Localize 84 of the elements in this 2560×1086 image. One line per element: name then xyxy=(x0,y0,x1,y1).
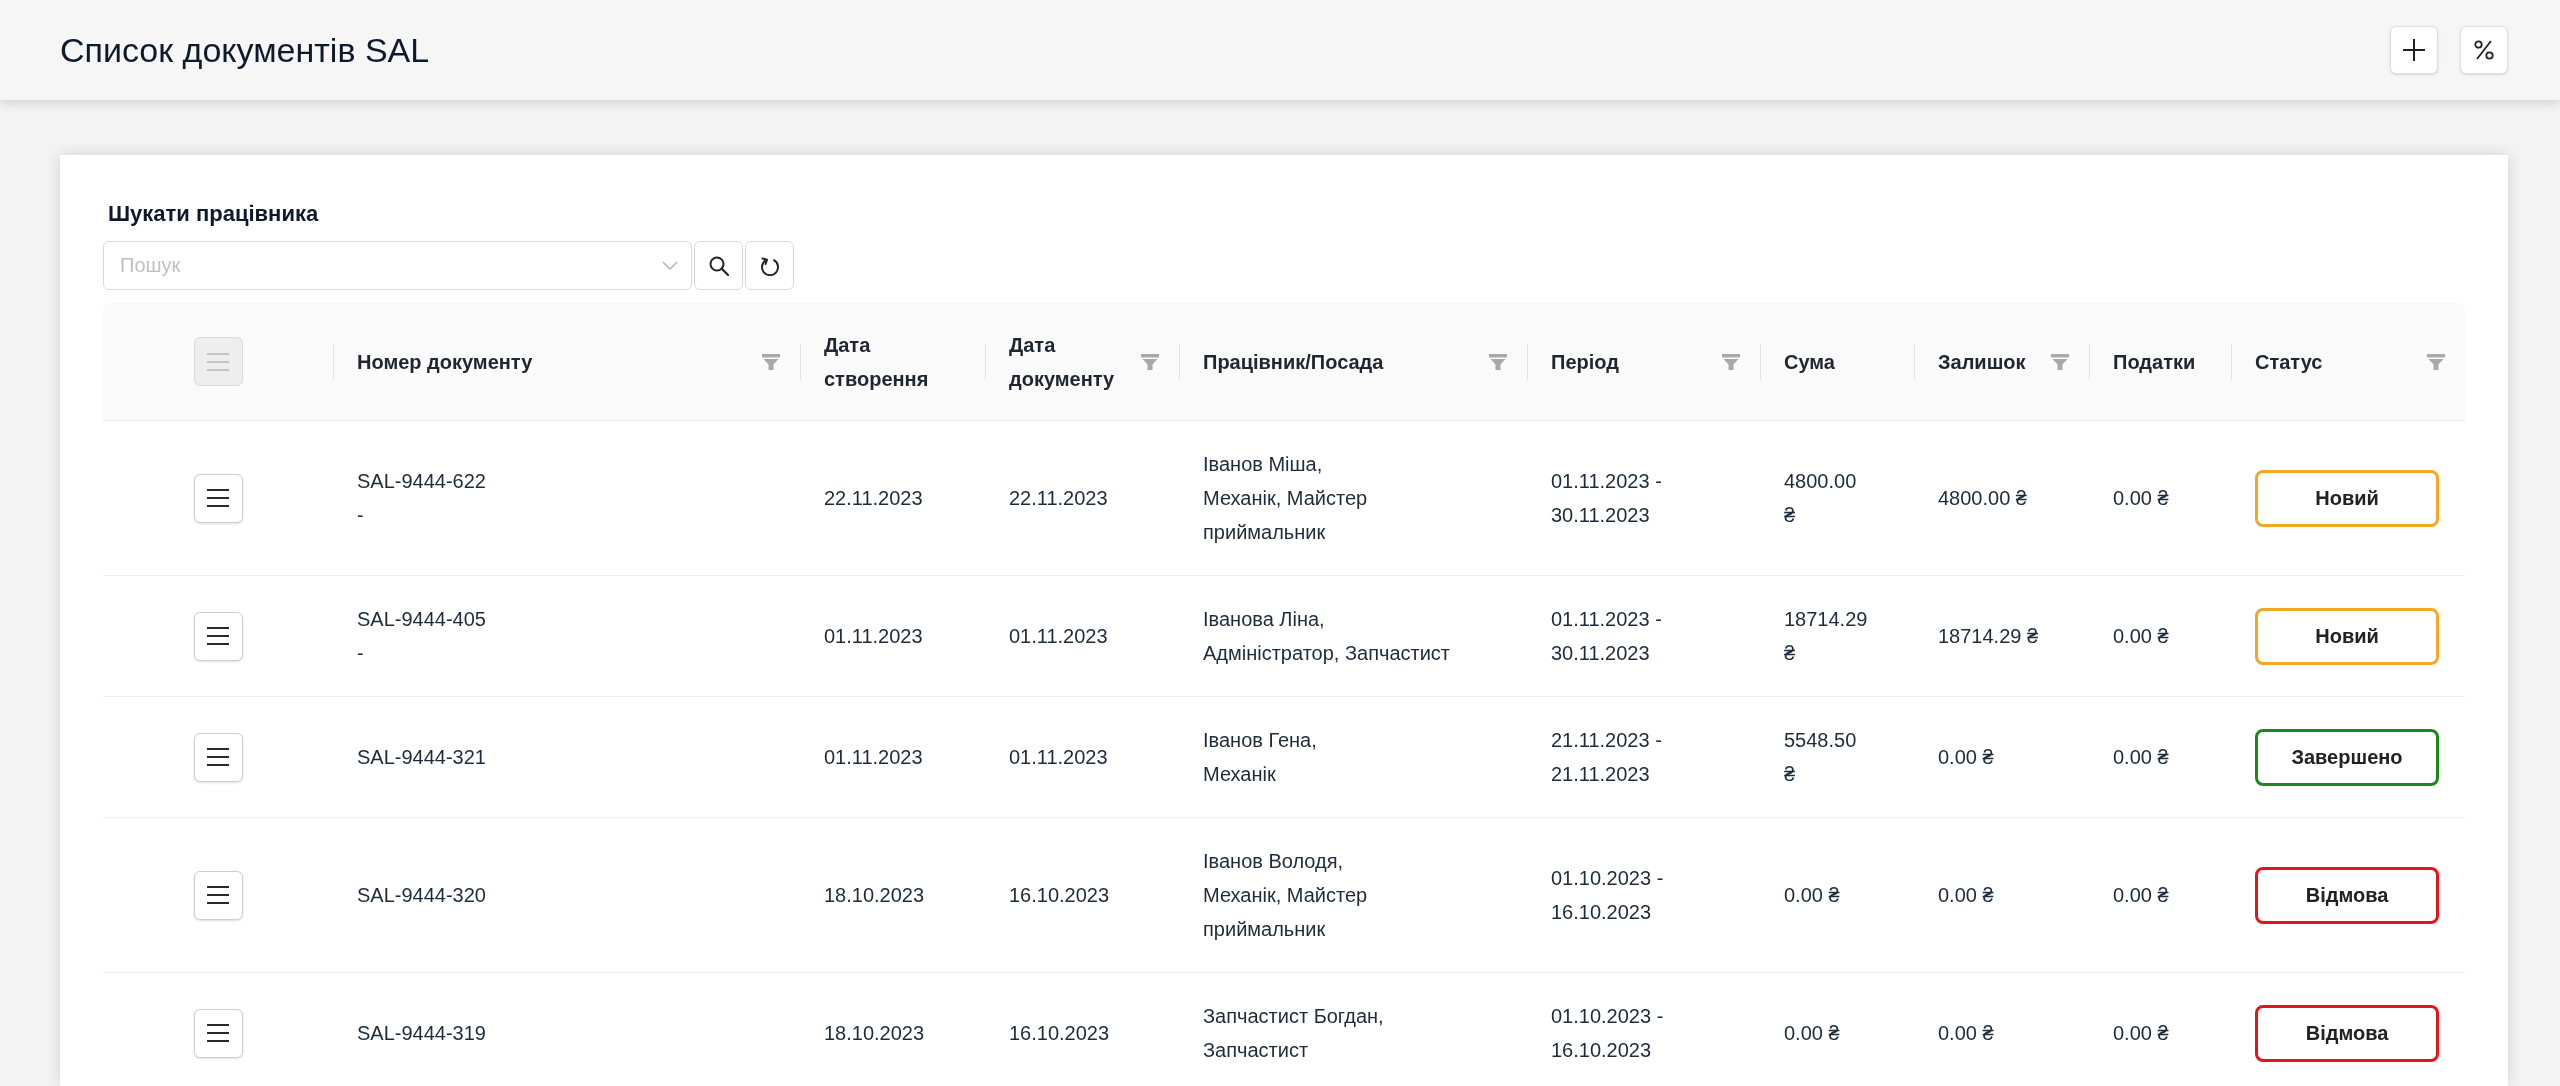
column-header: Працівник/Посада xyxy=(1203,349,1384,375)
balance: 0.00 ₴ xyxy=(1938,883,1994,908)
percent-button[interactable] xyxy=(2460,26,2508,74)
employee-position: Механік xyxy=(1203,762,1276,787)
balance: 4800.00 ₴ xyxy=(1938,486,2027,511)
column-header: Залишок xyxy=(1938,349,2026,375)
menu-icon xyxy=(207,627,229,645)
document-date: 01.11.2023 xyxy=(1009,624,1108,649)
search-field[interactable]: Пошук xyxy=(103,241,692,290)
menu-icon xyxy=(207,886,229,904)
document-date: 16.10.2023 xyxy=(1009,883,1110,908)
search-label: Шукати працівника xyxy=(108,200,319,228)
row-menu-button[interactable] xyxy=(193,732,243,782)
add-button[interactable] xyxy=(2390,26,2438,74)
refresh-button[interactable] xyxy=(745,241,794,290)
period: 01.11.2023 - 30.11.2023 xyxy=(1551,469,1663,528)
document-number: SAL-9444-319 xyxy=(357,1021,486,1046)
search-button[interactable] xyxy=(694,241,743,290)
status-badge: Новий xyxy=(2255,607,2439,665)
refresh-icon xyxy=(759,255,780,276)
row-menu-button[interactable] xyxy=(193,870,243,920)
column-header: Сума xyxy=(1784,349,1835,375)
document-date: 16.10.2023 xyxy=(1009,1021,1110,1046)
created-date: 18.10.2023 xyxy=(824,1021,925,1046)
page-title: Список документів SAL xyxy=(60,30,430,71)
column-header: Податки xyxy=(2113,349,2196,375)
created-date: 18.10.2023 xyxy=(824,883,925,908)
taxes: 0.00 ₴ xyxy=(2113,883,2169,908)
row-menu-button[interactable] xyxy=(193,1008,243,1058)
period: 21.11.2023 - 21.11.2023 xyxy=(1551,728,1663,787)
menu-icon xyxy=(207,352,229,371)
search-icon xyxy=(708,255,729,276)
created-date: 01.11.2023 xyxy=(824,624,923,649)
employee-position: Запчастист xyxy=(1203,1038,1309,1063)
period: 01.11.2023 - 30.11.2023 xyxy=(1551,607,1663,666)
created-date: 22.11.2023 xyxy=(824,486,923,511)
menu-icon xyxy=(207,1024,229,1042)
amount: 4800.00 ₴ xyxy=(1784,469,1858,528)
employee-name: Іванова Ліна, xyxy=(1203,607,1325,632)
employee-name: Запчастист Богдан, xyxy=(1203,1004,1384,1029)
employee-position: Механік, Майстер приймальник xyxy=(1203,883,1369,942)
amount: 0.00 ₴ xyxy=(1784,883,1840,908)
amount: 18714.29 ₴ xyxy=(1784,607,1869,666)
taxes: 0.00 ₴ xyxy=(2113,624,2169,649)
column-header: Дата створення xyxy=(824,332,930,392)
balance: 0.00 ₴ xyxy=(1938,1021,1994,1046)
amount: 5548.50 ₴ xyxy=(1784,728,1858,787)
column-header: Дата документу xyxy=(1009,332,1116,392)
document-date: 22.11.2023 xyxy=(1009,486,1108,511)
period: 01.10.2023 - 16.10.2023 xyxy=(1551,1004,1665,1063)
status-badge: Відмова xyxy=(2255,866,2439,924)
status-badge: Відмова xyxy=(2255,1004,2439,1062)
document-note: - xyxy=(357,641,364,666)
chevron-down-icon xyxy=(662,261,678,270)
document-number: SAL-9444-405 xyxy=(357,607,486,632)
row-menu-button[interactable] xyxy=(193,473,243,523)
column-header: Період xyxy=(1551,349,1619,375)
employee-name: Іванов Міша, xyxy=(1203,452,1323,477)
document-number: SAL-9444-320 xyxy=(357,883,486,908)
taxes: 0.00 ₴ xyxy=(2113,1021,2169,1046)
employee-name: Іванов Володя, xyxy=(1203,849,1344,874)
column-header: Статус xyxy=(2255,349,2323,375)
plus-icon xyxy=(2403,39,2425,61)
balance: 0.00 ₴ xyxy=(1938,745,1994,770)
amount: 0.00 ₴ xyxy=(1784,1021,1840,1046)
status-badge: Завершено xyxy=(2255,728,2439,786)
document-date: 01.11.2023 xyxy=(1009,745,1108,770)
row-menu-button[interactable] xyxy=(193,611,243,661)
document-note: - xyxy=(357,503,364,528)
employee-position: Механік, Майстер приймальник xyxy=(1203,486,1369,545)
menu-icon xyxy=(207,489,229,507)
balance: 18714.29 ₴ xyxy=(1938,624,2039,649)
taxes: 0.00 ₴ xyxy=(2113,486,2169,511)
employee-name: Іванов Гена, xyxy=(1203,728,1317,753)
menu-icon xyxy=(207,748,229,766)
document-number: SAL-9444-622 xyxy=(357,469,486,494)
created-date: 01.11.2023 xyxy=(824,745,923,770)
percent-icon xyxy=(2474,40,2494,60)
document-number: SAL-9444-321 xyxy=(357,745,486,770)
taxes: 0.00 ₴ xyxy=(2113,745,2169,770)
employee-position: Адміністратор, Запчастист xyxy=(1203,641,1451,666)
status-badge: Новий xyxy=(2255,469,2439,527)
period: 01.10.2023 - 16.10.2023 xyxy=(1551,866,1665,925)
column-header: Номер документу xyxy=(357,349,533,375)
